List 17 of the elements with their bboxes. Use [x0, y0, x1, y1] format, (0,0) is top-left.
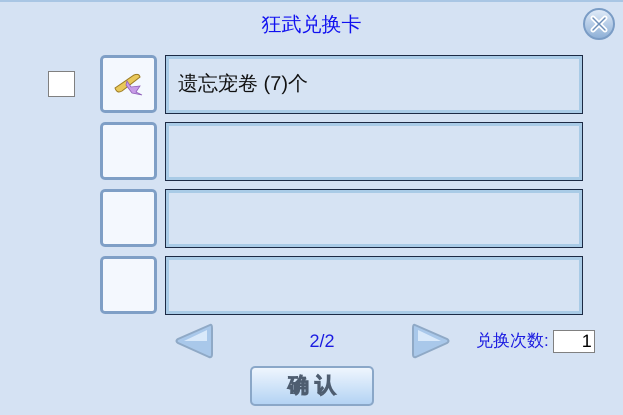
item-field: 遗忘宠卷 (7)个	[165, 54, 583, 114]
exchange-count-label: 兑换次数:	[476, 330, 549, 352]
item-slot[interactable]	[100, 189, 157, 247]
exchange-count-field[interactable]: 1	[552, 330, 595, 352]
close-icon	[590, 15, 608, 33]
item-slot[interactable]	[100, 256, 157, 314]
page-indicator: 2/2	[308, 330, 336, 352]
next-page-button[interactable]	[411, 322, 451, 360]
window-title: 狂武兑换卡	[262, 15, 362, 35]
close-button[interactable]	[583, 8, 615, 40]
previous-page-button[interactable]	[174, 322, 214, 360]
right-arrow-icon	[411, 322, 451, 360]
item-slot[interactable]	[100, 55, 157, 113]
item-slot[interactable]	[100, 122, 157, 180]
left-arrow-icon	[174, 322, 214, 360]
confirm-button[interactable]: 确 认	[250, 366, 374, 406]
checkbox[interactable]	[48, 71, 75, 97]
